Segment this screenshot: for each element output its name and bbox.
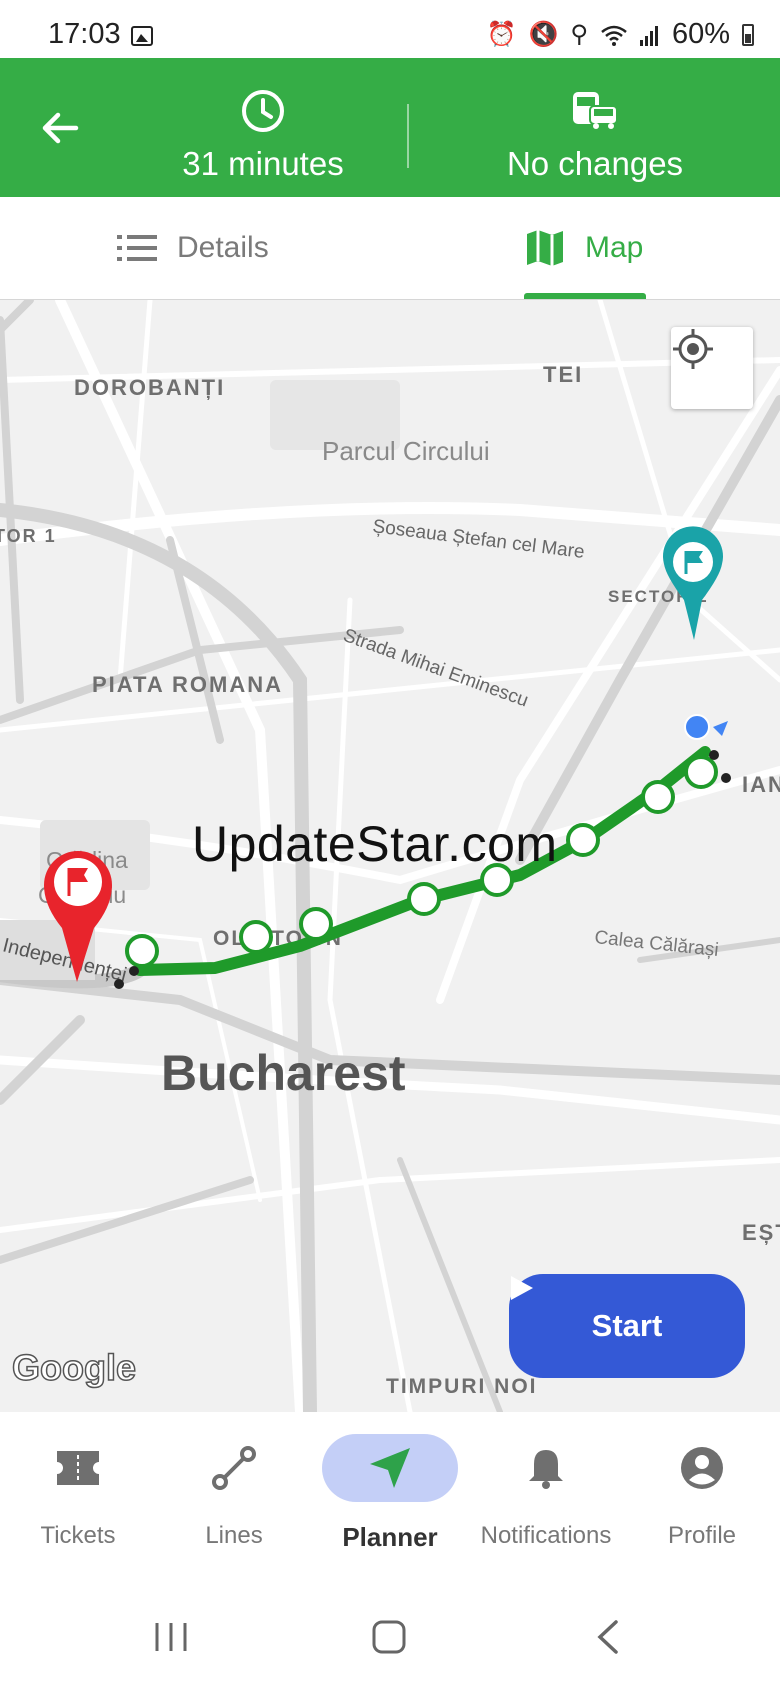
route-stop[interactable] <box>641 780 675 814</box>
nav-tickets-label: Tickets <box>40 1522 116 1549</box>
route-stop[interactable] <box>407 882 441 916</box>
recent-apps-button[interactable] <box>136 1612 206 1662</box>
nav-planner[interactable]: Planner <box>312 1434 468 1553</box>
nav-profile-label: Profile <box>667 1522 737 1549</box>
route-stop[interactable] <box>566 823 600 857</box>
start-button[interactable]: Start <box>509 1274 745 1378</box>
label-parcul-circului: Parcul Circului <box>322 436 490 466</box>
active-tab-indicator <box>524 293 646 299</box>
label-tei: TEI <box>543 362 583 387</box>
navigation-arrow-icon <box>322 1434 458 1502</box>
label-dorobanti: DOROBANȚI <box>74 375 225 400</box>
google-logo: Google <box>12 1347 136 1388</box>
label-sector1: TOR 1 <box>0 526 57 546</box>
status-bar: 17:03 ⏰ 🔇 ⚲ 60% <box>0 0 780 58</box>
signal-icon <box>639 25 658 46</box>
bell-icon <box>478 1434 614 1502</box>
route-stop[interactable] <box>299 907 333 941</box>
current-location-dot <box>684 714 710 740</box>
image-notification-icon <box>131 26 153 46</box>
header-divider <box>407 104 409 168</box>
recent-apps-icon <box>155 1623 187 1651</box>
trip-header: 31 minutes No changes <box>0 58 780 197</box>
view-tabs: Details Map <box>0 197 780 301</box>
route-stop[interactable] <box>125 934 159 968</box>
system-back-button[interactable] <box>573 1612 643 1662</box>
tab-details-label: Details <box>177 231 269 264</box>
system-back-icon <box>597 1620 618 1654</box>
nav-planner-label: Planner <box>342 1522 438 1552</box>
battery-percent: 60% <box>671 18 730 50</box>
route-stop[interactable] <box>239 920 273 954</box>
location-icon: ⚲ <box>570 21 588 48</box>
label-stefan-cel-mare: Șoseaua Ștefan cel Mare <box>371 516 585 563</box>
changes-block: No changes <box>480 88 710 183</box>
label-mihai-eminescu: Strada Mihai Eminescu <box>340 625 531 712</box>
route-icon <box>166 1434 302 1502</box>
wifi-icon <box>601 25 627 46</box>
home-icon <box>372 1620 406 1654</box>
duration-block: 31 minutes <box>163 88 363 183</box>
system-navigation-bar <box>0 1582 780 1690</box>
trip-duration: 31 minutes <box>182 145 344 182</box>
ticket-icon <box>10 1434 146 1502</box>
nav-profile[interactable]: Profile <box>624 1434 780 1550</box>
mute-icon: 🔇 <box>528 21 559 48</box>
label-est: EȘT <box>742 1220 780 1245</box>
nav-notifications[interactable]: Notifications <box>468 1434 624 1550</box>
label-ian: IAN <box>742 772 780 797</box>
battery-icon <box>742 23 754 46</box>
alarm-icon: ⏰ <box>486 21 517 48</box>
route-stop[interactable] <box>684 755 718 789</box>
list-icon <box>117 235 157 261</box>
tab-map[interactable]: Map <box>525 197 643 299</box>
tab-details[interactable]: Details <box>117 197 269 299</box>
account-circle-icon <box>634 1434 770 1502</box>
status-time: 17:03 <box>48 18 121 50</box>
crosshair-icon <box>673 329 713 369</box>
bottom-navigation: Tickets Lines Planner Notifications Prof… <box>0 1412 780 1582</box>
watermark-text: UpdateStar.com <box>192 816 558 872</box>
my-location-button[interactable] <box>671 327 753 409</box>
status-icons: ⏰ 🔇 ⚲ 60% <box>487 18 754 51</box>
start-button-label: Start <box>591 1308 663 1343</box>
nav-lines[interactable]: Lines <box>156 1434 312 1550</box>
play-icon <box>511 1276 533 1300</box>
home-button[interactable] <box>354 1612 424 1662</box>
nav-lines-label: Lines <box>205 1522 263 1549</box>
label-timpuri-noi: TIMPURI NOI <box>386 1375 538 1398</box>
tab-map-label: Map <box>585 231 644 264</box>
clock-icon <box>242 90 284 132</box>
label-bucharest: Bucharest <box>161 1045 406 1101</box>
trip-changes: No changes <box>506 145 684 182</box>
back-arrow-icon <box>42 112 79 144</box>
back-button[interactable] <box>30 98 90 158</box>
nav-notifications-label: Notifications <box>480 1522 612 1549</box>
transit-vehicles-icon <box>573 92 618 129</box>
heading-indicator <box>713 721 728 736</box>
label-piata-romana: PIATA ROMANA <box>92 672 283 697</box>
nav-tickets[interactable]: Tickets <box>0 1434 156 1550</box>
map-icon <box>527 230 563 266</box>
route-map[interactable]: DOROBANȚI TEI Parcul Circului TOR 1 Șose… <box>0 300 780 1412</box>
